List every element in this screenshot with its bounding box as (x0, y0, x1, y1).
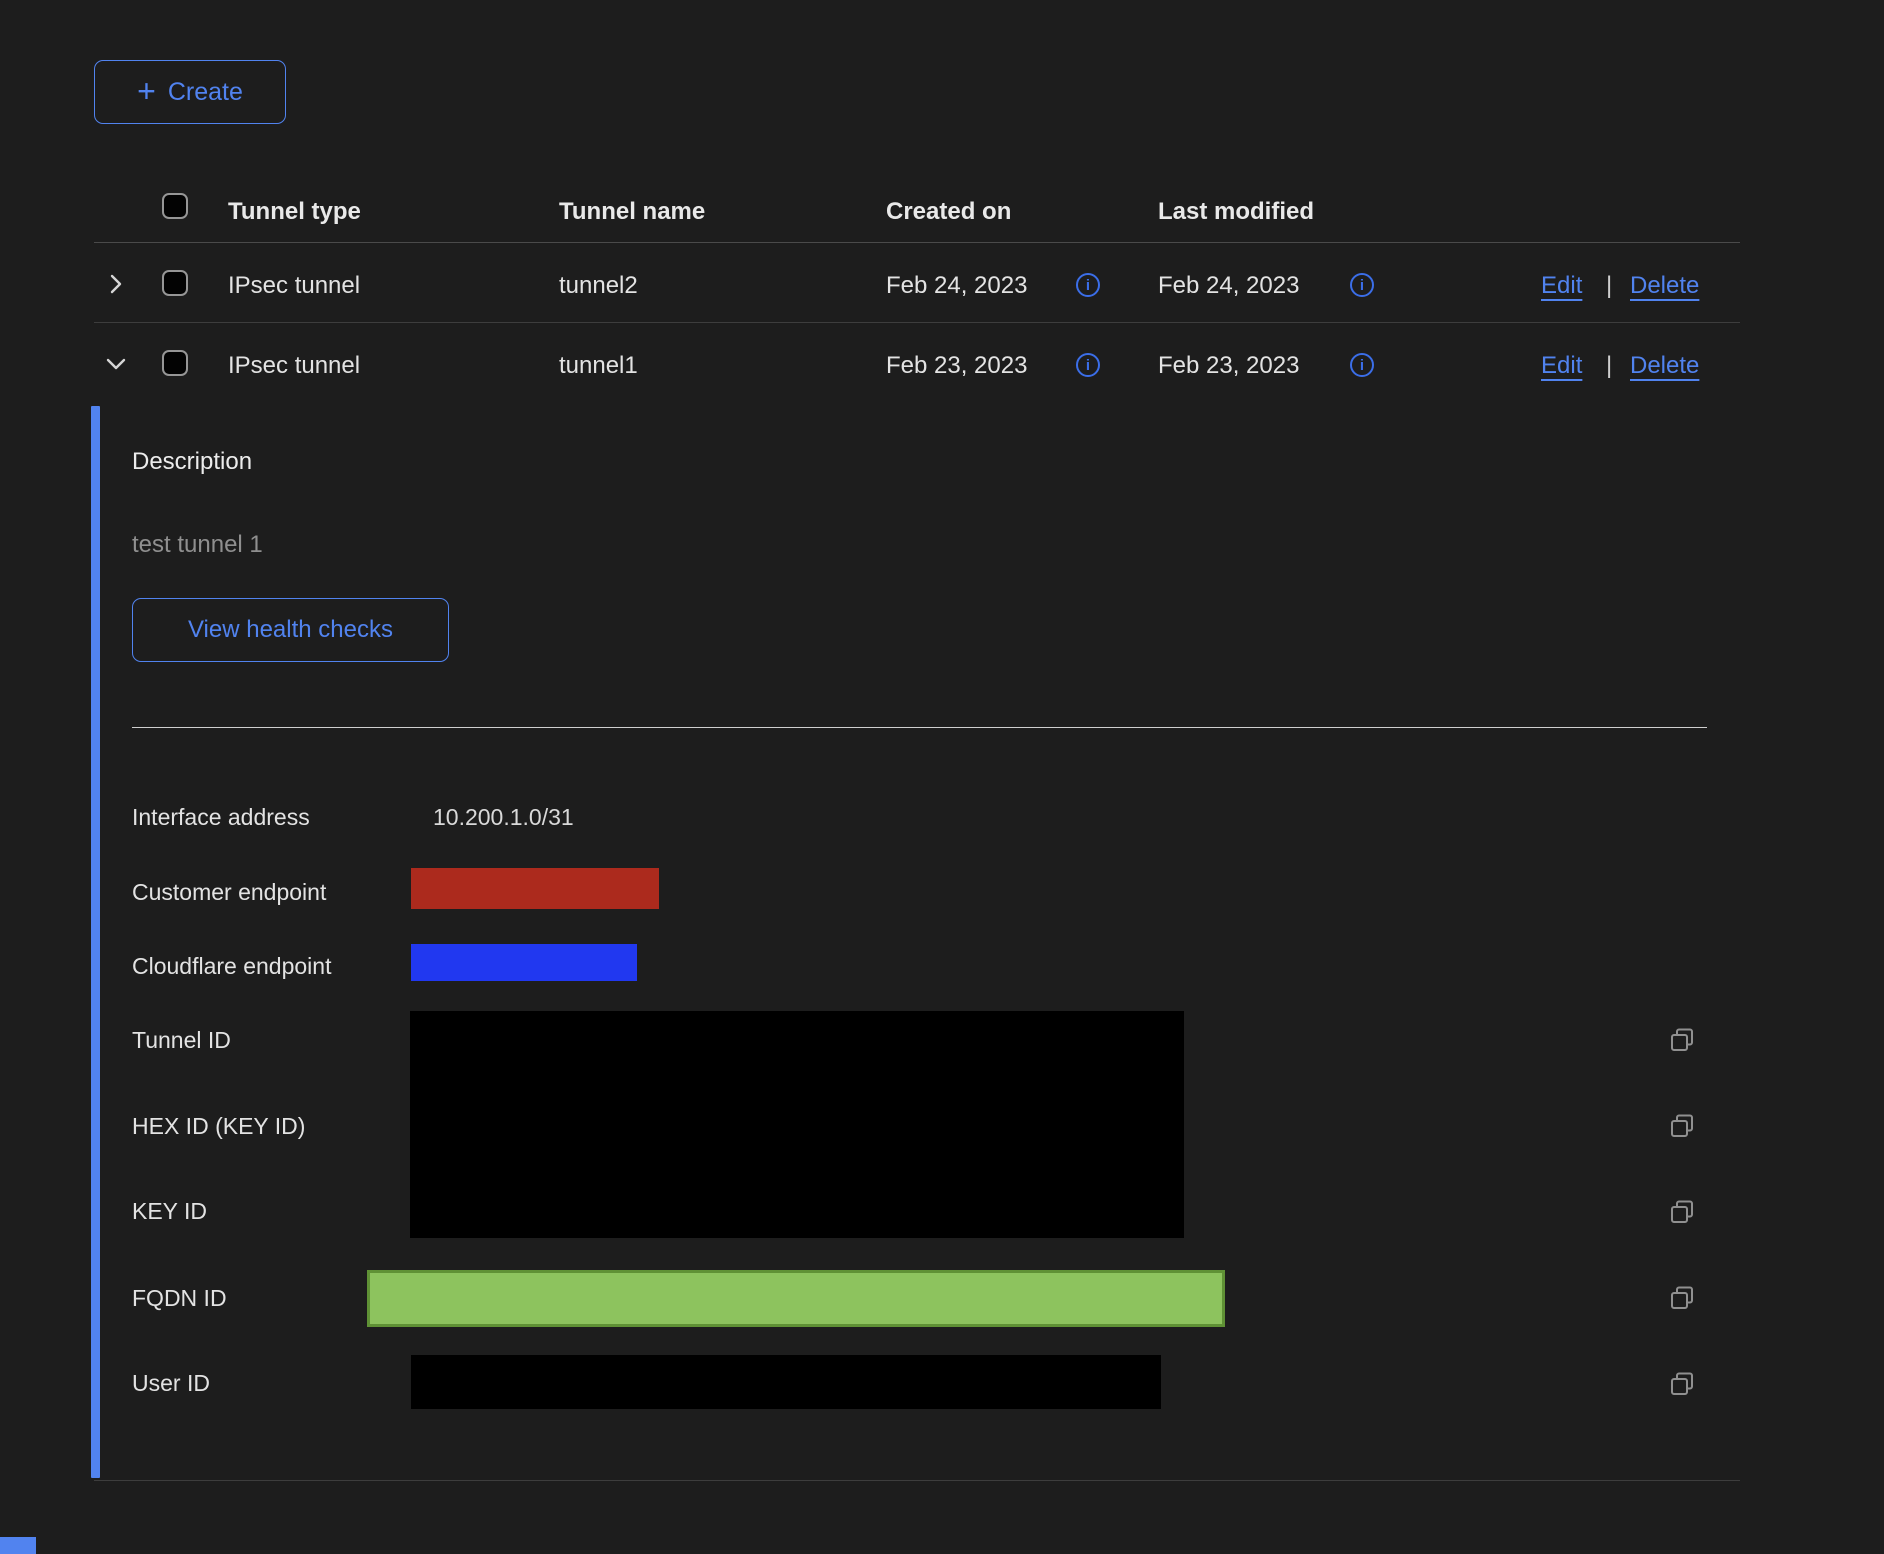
action-separator: | (1606, 272, 1612, 300)
created-on-cell: Feb 23, 2023 (886, 352, 1027, 380)
create-button-label: Create (168, 78, 243, 107)
copy-icon[interactable] (1668, 1198, 1696, 1231)
interface-address-value: 10.200.1.0/31 (433, 804, 574, 830)
last-modified-cell: Feb 24, 2023 (1158, 272, 1299, 300)
tunnel-type-cell: IPsec tunnel (228, 272, 360, 300)
cloudflare-endpoint-redaction-box (411, 944, 637, 981)
column-header-tunnel-type: Tunnel type (228, 198, 361, 226)
user-id-label: User ID (132, 1370, 210, 1396)
column-header-created-on: Created on (886, 198, 1011, 226)
row-checkbox[interactable] (162, 270, 188, 296)
copy-icon[interactable] (1668, 1370, 1696, 1403)
view-health-checks-button[interactable]: View health checks (132, 598, 449, 662)
edit-link[interactable]: Edit (1541, 272, 1582, 300)
description-heading: Description (132, 448, 252, 476)
section-divider (132, 727, 1707, 728)
info-icon[interactable]: i (1076, 353, 1100, 377)
tunnel-id-label: Tunnel ID (132, 1027, 231, 1053)
interface-address-label: Interface address (132, 804, 310, 830)
cloudflare-endpoint-label: Cloudflare endpoint (132, 953, 331, 979)
description-text: test tunnel 1 (132, 531, 263, 559)
ids-redaction-box (410, 1011, 1184, 1238)
info-glyph: i (1086, 277, 1090, 294)
last-modified-cell: Feb 23, 2023 (1158, 352, 1299, 380)
column-header-last-modified: Last modified (1158, 198, 1314, 226)
customer-endpoint-redaction-box (411, 868, 659, 909)
expanded-row-accent-bar (91, 406, 100, 1478)
collapse-chevron-down-icon[interactable] (103, 352, 129, 381)
info-glyph: i (1086, 357, 1090, 374)
copy-icon[interactable] (1668, 1026, 1696, 1059)
info-icon[interactable]: i (1350, 273, 1374, 297)
row-checkbox[interactable] (162, 350, 188, 376)
partial-blue-element (0, 1537, 36, 1554)
fqdn-id-redaction-box (367, 1270, 1225, 1327)
info-icon[interactable]: i (1076, 273, 1100, 297)
created-on-cell: Feb 24, 2023 (886, 272, 1027, 300)
select-all-checkbox[interactable] (162, 193, 188, 219)
info-glyph: i (1360, 277, 1364, 294)
expand-chevron-right-icon[interactable] (104, 272, 128, 301)
copy-icon[interactable] (1668, 1284, 1696, 1317)
tunnels-page: + Create Tunnel type Tunnel name Created… (0, 0, 1884, 1554)
key-id-label: KEY ID (132, 1198, 207, 1224)
table-bottom-divider (94, 1480, 1740, 1481)
delete-link[interactable]: Delete (1630, 272, 1699, 300)
info-icon[interactable]: i (1350, 353, 1374, 377)
info-glyph: i (1360, 357, 1364, 374)
customer-endpoint-label: Customer endpoint (132, 879, 326, 905)
user-id-redaction-box (411, 1355, 1161, 1409)
edit-link[interactable]: Edit (1541, 352, 1582, 380)
action-separator: | (1606, 352, 1612, 380)
tunnel-name-cell: tunnel1 (559, 352, 638, 380)
plus-icon: + (137, 75, 156, 107)
row-divider (94, 322, 1740, 323)
header-divider (94, 242, 1740, 243)
tunnel-name-cell: tunnel2 (559, 272, 638, 300)
column-header-tunnel-name: Tunnel name (559, 198, 705, 226)
view-health-checks-label: View health checks (188, 616, 393, 644)
tunnel-type-cell: IPsec tunnel (228, 352, 360, 380)
copy-icon[interactable] (1668, 1112, 1696, 1145)
fqdn-id-label: FQDN ID (132, 1285, 227, 1311)
create-button[interactable]: + Create (94, 60, 286, 124)
delete-link[interactable]: Delete (1630, 352, 1699, 380)
hex-id-label: HEX ID (KEY ID) (132, 1113, 305, 1139)
